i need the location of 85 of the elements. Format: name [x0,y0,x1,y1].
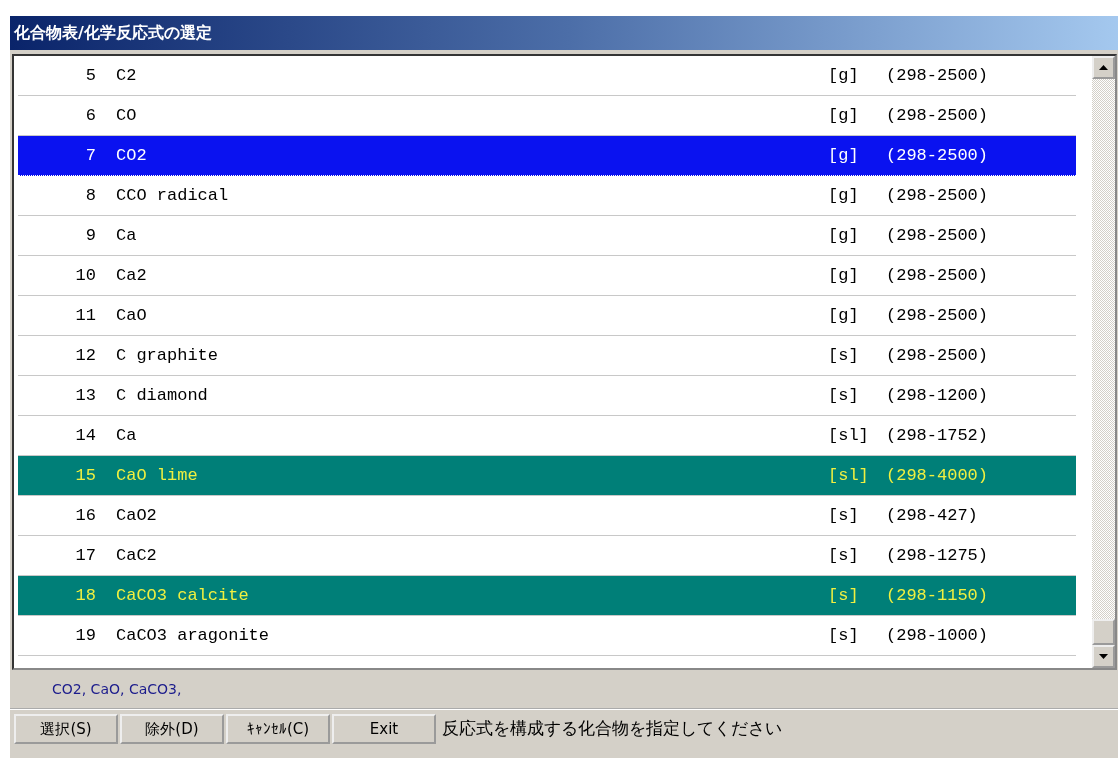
action-button[interactable]: 選択(S) [14,714,118,744]
temperature-range: (298-2500) [886,66,990,85]
temperature-range: (298-2500) [886,306,990,325]
compound-name: Ca [116,426,138,445]
row-number: 6 [84,106,96,125]
row-number: 12 [74,346,96,365]
row-number: 11 [74,306,96,325]
temperature-range: (298-1275) [886,546,990,565]
row-number: 13 [74,386,96,405]
temperature-range: (298-2500) [886,106,990,125]
list-row[interactable]: 16 CaO2 [s] (298-427) [18,496,1076,536]
phase-label: [s] [828,506,860,525]
scroll-down-button[interactable] [1092,645,1115,668]
phase-label: [g] [828,146,860,165]
compound-name: C diamond [116,386,209,405]
compound-name: CCO radical [116,186,230,205]
list-row[interactable]: 12 C graphite [s] (298-2500) [18,336,1076,376]
row-number: 16 [74,506,96,525]
row-number: 14 [74,426,96,445]
phase-label: [g] [828,266,860,285]
phase-label: [sl] [828,426,870,445]
list-row[interactable]: 15 CaO lime [sl] (298-4000) [18,456,1076,496]
list-row[interactable]: 19 CaCO3 aragonite [s] (298-1000) [18,616,1076,656]
row-number: 5 [84,66,96,85]
compound-name: CaO [116,306,148,325]
row-number: 7 [84,146,96,165]
list-row[interactable]: 11 CaO [g] (298-2500) [18,296,1076,336]
temperature-range: (298-1150) [886,586,990,605]
list-row[interactable]: 10 Ca2 [g] (298-2500) [18,256,1076,296]
temperature-range: (298-2500) [886,146,990,165]
phase-label: [g] [828,106,860,125]
action-button[interactable]: Exit [332,714,436,744]
row-number: 9 [84,226,96,245]
compound-name: C graphite [116,346,220,365]
row-number: 15 [74,466,96,485]
phase-label: [g] [828,306,860,325]
window-title: 化合物表/化学反応式の選定 [14,22,212,44]
list-row[interactable]: 5 C2 [g] (298-2500) [18,56,1076,96]
selected-compounds-text: CO2, CaO, CaCO3, [52,681,182,697]
phase-label: [s] [828,546,860,565]
phase-label: [g] [828,226,860,245]
phase-label: [s] [828,386,860,405]
list-row[interactable]: 7 CO2 [g] (298-2500) [18,136,1076,176]
down-arrow-icon [1099,654,1108,659]
status-message: 反応式を構成する化合物を指定してください [441,717,782,740]
compound-name: C2 [116,66,138,85]
row-number: 10 [74,266,96,285]
list-row[interactable]: 8 CCO radical [g] (298-2500) [18,176,1076,216]
compound-name: Ca2 [116,266,148,285]
temperature-range: (298-1752) [886,426,990,445]
row-number: 19 [74,626,96,645]
temperature-range: (298-427) [886,506,979,525]
action-button[interactable]: ｷｬﾝｾﾙ(C) [226,714,330,744]
row-number: 18 [74,586,96,605]
compound-name: Ca [116,226,138,245]
temperature-range: (298-2500) [886,226,990,245]
list-row[interactable]: 13 C diamond [s] (298-1200) [18,376,1076,416]
compound-name: CaO2 [116,506,158,525]
phase-label: [s] [828,346,860,365]
temperature-range: (298-4000) [886,466,990,485]
compound-name: CO [116,106,138,125]
phase-label: [sl] [828,466,870,485]
phase-label: [g] [828,66,860,85]
temperature-range: (298-1200) [886,386,990,405]
scroll-thumb[interactable] [1092,619,1115,645]
phase-label: [s] [828,626,860,645]
compound-name: CaC2 [116,546,158,565]
compound-name: CO2 [116,146,148,165]
compound-name: CaCO3 calcite [116,586,250,605]
scrollbar[interactable] [1092,56,1115,668]
temperature-range: (298-1000) [886,626,990,645]
compound-name: CaCO3 aragonite [116,626,271,645]
compound-name: CaO lime [116,466,199,485]
row-number: 17 [74,546,96,565]
up-arrow-icon [1099,65,1108,70]
temperature-range: (298-2500) [886,186,990,205]
temperature-range: (298-2500) [886,266,990,285]
row-number: 8 [84,186,96,205]
action-button[interactable]: 除外(D) [120,714,224,744]
phase-label: [g] [828,186,860,205]
list-row[interactable]: 18 CaCO3 calcite [s] (298-1150) [18,576,1076,616]
phase-label: [s] [828,586,860,605]
temperature-range: (298-2500) [886,346,990,365]
list-row[interactable]: 9 Ca [g] (298-2500) [18,216,1076,256]
scroll-up-button[interactable] [1092,56,1115,79]
